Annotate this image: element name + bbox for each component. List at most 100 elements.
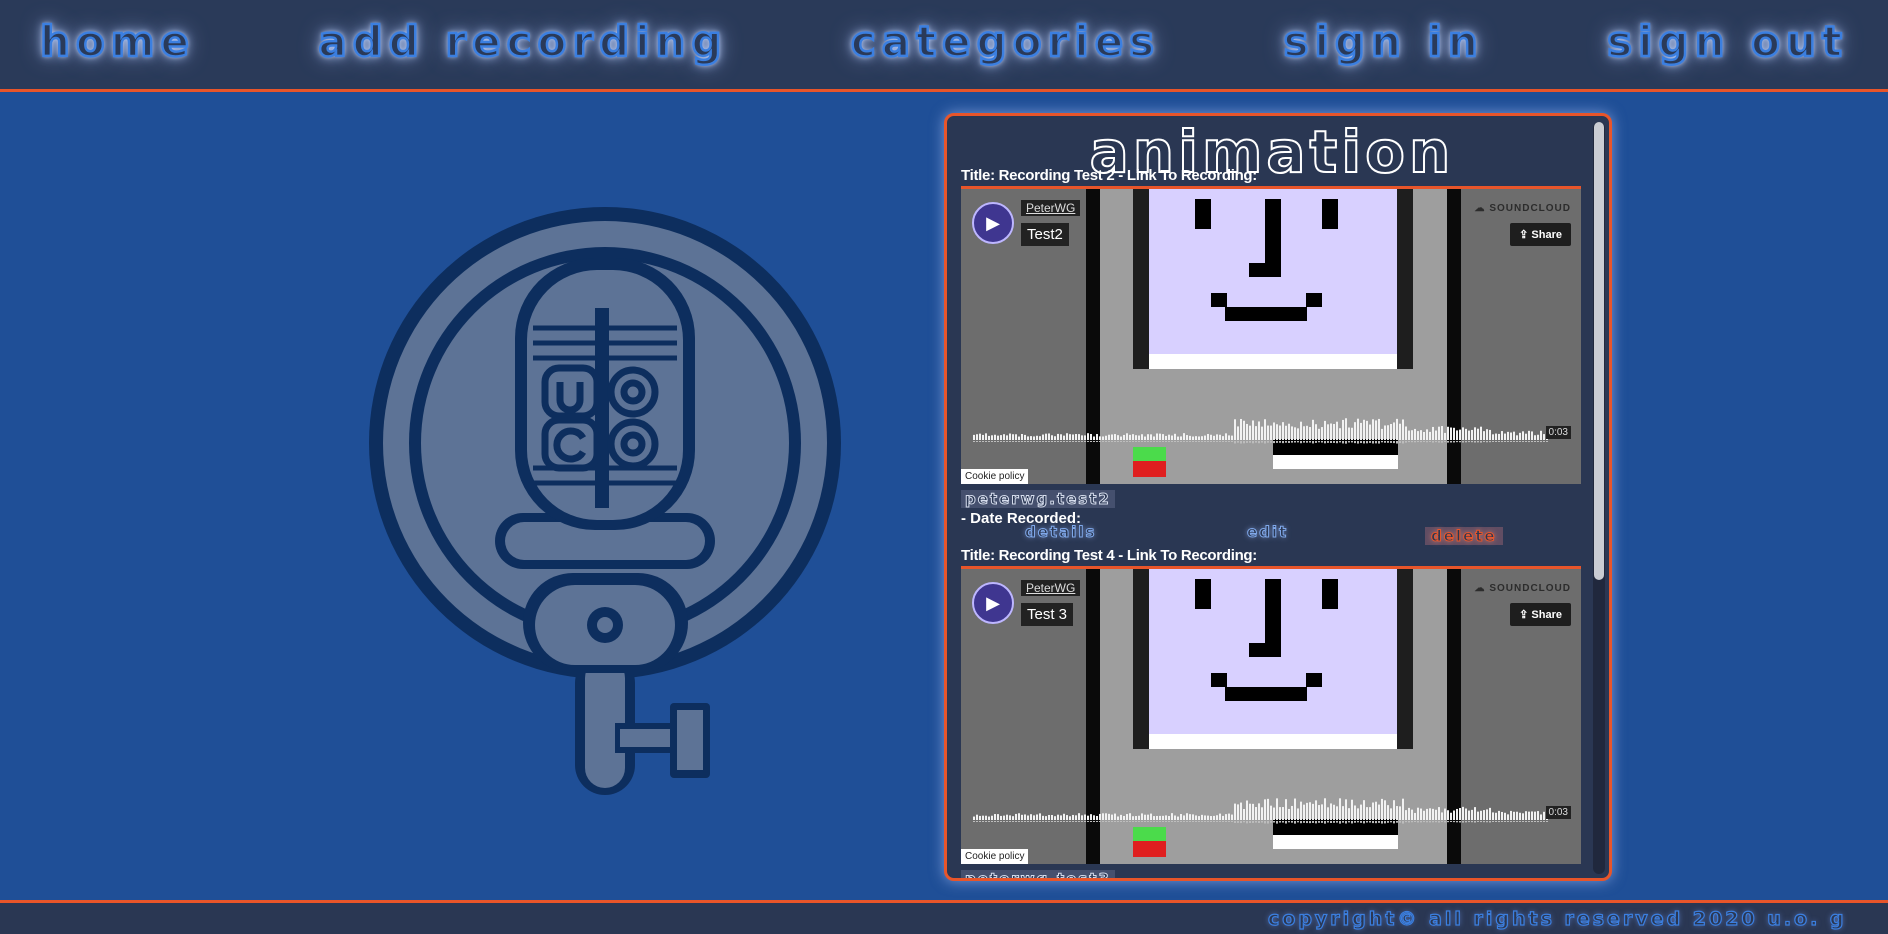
soundcloud-user-link[interactable]: PeterWG	[1021, 580, 1081, 596]
waveform-bar	[1126, 814, 1128, 820]
waveform-bar	[1087, 815, 1089, 820]
waveform-bar	[979, 815, 981, 820]
details-link[interactable]: details	[1024, 523, 1096, 542]
waveform-bar	[1204, 815, 1206, 820]
cookie-policy-link[interactable]: Cookie policy	[961, 849, 1029, 864]
nav-home-link[interactable]: home	[39, 16, 195, 68]
soundcloud-user-link[interactable]: PeterWG	[1021, 200, 1081, 216]
waveform-bar	[1312, 803, 1314, 820]
waveform-bar	[1393, 800, 1395, 820]
waveform-bar	[1294, 798, 1296, 820]
waveform-reflection	[1078, 441, 1080, 442]
waveform-reflection	[1225, 441, 1227, 442]
waveform-bar	[1048, 814, 1050, 820]
waveform-bar	[1099, 436, 1101, 440]
waveform-bar	[1234, 419, 1236, 440]
scrollbar-thumb[interactable]	[1594, 122, 1604, 580]
waveform[interactable]	[973, 794, 1553, 824]
edit-link[interactable]: edit	[1246, 523, 1288, 542]
waveform-bar	[1081, 815, 1083, 820]
waveform-reflection	[1309, 441, 1311, 443]
waveform-bar	[1390, 423, 1392, 440]
soundcloud-track-title[interactable]: Test 3	[1021, 603, 1074, 626]
waveform-bar	[1066, 815, 1068, 820]
waveform-bar	[1132, 816, 1134, 820]
waveform-reflection	[1030, 441, 1032, 442]
play-button[interactable]: ▶	[972, 582, 1014, 624]
waveform-reflection	[1183, 441, 1185, 442]
waveform-bar	[1426, 429, 1428, 440]
waveform-reflection	[1198, 441, 1200, 442]
waveform-bar	[1006, 435, 1008, 440]
soundcloud-player[interactable]: ▶ PeterWG Test2 ☁ SOUNDCLOUD ⇪ Share 0:0…	[961, 186, 1581, 484]
waveform-reflection	[976, 821, 978, 822]
nav-add-recording-link[interactable]: add recording	[317, 16, 727, 68]
waveform-reflection	[1084, 441, 1086, 442]
waveform-reflection	[1141, 441, 1143, 442]
waveform[interactable]	[973, 414, 1553, 444]
delete-link[interactable]: delete	[1425, 527, 1503, 546]
waveform-reflection	[1441, 821, 1443, 822]
waveform-reflection	[991, 441, 993, 442]
waveform-bar	[1534, 811, 1536, 820]
waveform-reflection	[1111, 821, 1113, 822]
nav-categories-link[interactable]: categories	[850, 16, 1160, 68]
waveform-bar	[1057, 433, 1059, 440]
soundcloud-player[interactable]: ▶ PeterWG Test 3 ☁ SOUNDCLOUD ⇪ Share 0:…	[961, 566, 1581, 864]
waveform-bar	[1321, 804, 1323, 820]
waveform-bar	[1012, 434, 1014, 440]
waveform-reflection	[1327, 441, 1329, 443]
waveform-bar	[1534, 435, 1536, 440]
waveform-reflection	[1237, 441, 1239, 443]
waveform-reflection	[1147, 441, 1149, 442]
soundcloud-logo[interactable]: ☁ SOUNDCLOUD	[1475, 583, 1571, 594]
waveform-reflection	[1207, 441, 1209, 442]
panel-scrollbar[interactable]	[1593, 122, 1605, 874]
waveform-bar	[1462, 806, 1464, 820]
waveform-bar	[1522, 813, 1524, 820]
waveform-bar	[1138, 435, 1140, 440]
waveform-reflection	[1033, 441, 1035, 442]
soundcloud-logo[interactable]: ☁ SOUNDCLOUD	[1475, 203, 1571, 214]
waveform-bar	[1168, 434, 1170, 440]
waveform-bar	[1501, 811, 1503, 820]
waveform-bar	[1327, 807, 1329, 820]
waveform-bar	[1465, 428, 1467, 440]
nav-sign-in-link[interactable]: sign in	[1282, 16, 1484, 68]
category-recordings-panel[interactable]: animation Title: Recording Test 2 - Link…	[944, 113, 1612, 881]
waveform-reflection	[1126, 821, 1128, 822]
waveform-bar	[1402, 419, 1404, 440]
cookie-policy-link[interactable]: Cookie policy	[961, 469, 1029, 484]
waveform-bar	[1258, 421, 1260, 440]
waveform-bar	[1474, 807, 1476, 820]
soundcloud-track-title[interactable]: Test2	[1021, 223, 1069, 246]
waveform-bar	[1267, 425, 1269, 440]
waveform-bar	[1093, 436, 1095, 440]
waveform-reflection	[1252, 821, 1254, 823]
nav-sign-out-link[interactable]: sign out	[1606, 16, 1848, 68]
waveform-reflection	[1264, 441, 1266, 444]
waveform-reflection	[1162, 441, 1164, 442]
waveform-bar	[1465, 808, 1467, 820]
waveform-reflection	[1090, 821, 1092, 822]
waveform-reflection	[1522, 441, 1524, 443]
share-button[interactable]: ⇪ Share	[1510, 223, 1571, 246]
play-button[interactable]: ▶	[972, 202, 1014, 244]
waveform-reflection	[1474, 821, 1476, 823]
waveform-reflection	[1267, 821, 1269, 824]
waveform-bar	[1279, 425, 1281, 440]
waveform-reflection	[1387, 821, 1389, 823]
waveform-reflection	[1534, 821, 1536, 823]
waveform-bar	[1357, 418, 1359, 440]
waveform-reflection	[1402, 441, 1404, 444]
waveform-bar	[1144, 436, 1146, 440]
waveform-reflection	[1222, 441, 1224, 442]
waveform-bar	[1021, 433, 1023, 440]
waveform-bar	[1207, 815, 1209, 820]
waveform-reflection	[1021, 821, 1023, 822]
waveform-bar	[1255, 807, 1257, 820]
waveform-reflection	[1456, 441, 1458, 443]
share-button[interactable]: ⇪ Share	[1510, 603, 1571, 626]
waveform-reflection	[1168, 441, 1170, 442]
waveform-bar	[1144, 814, 1146, 820]
